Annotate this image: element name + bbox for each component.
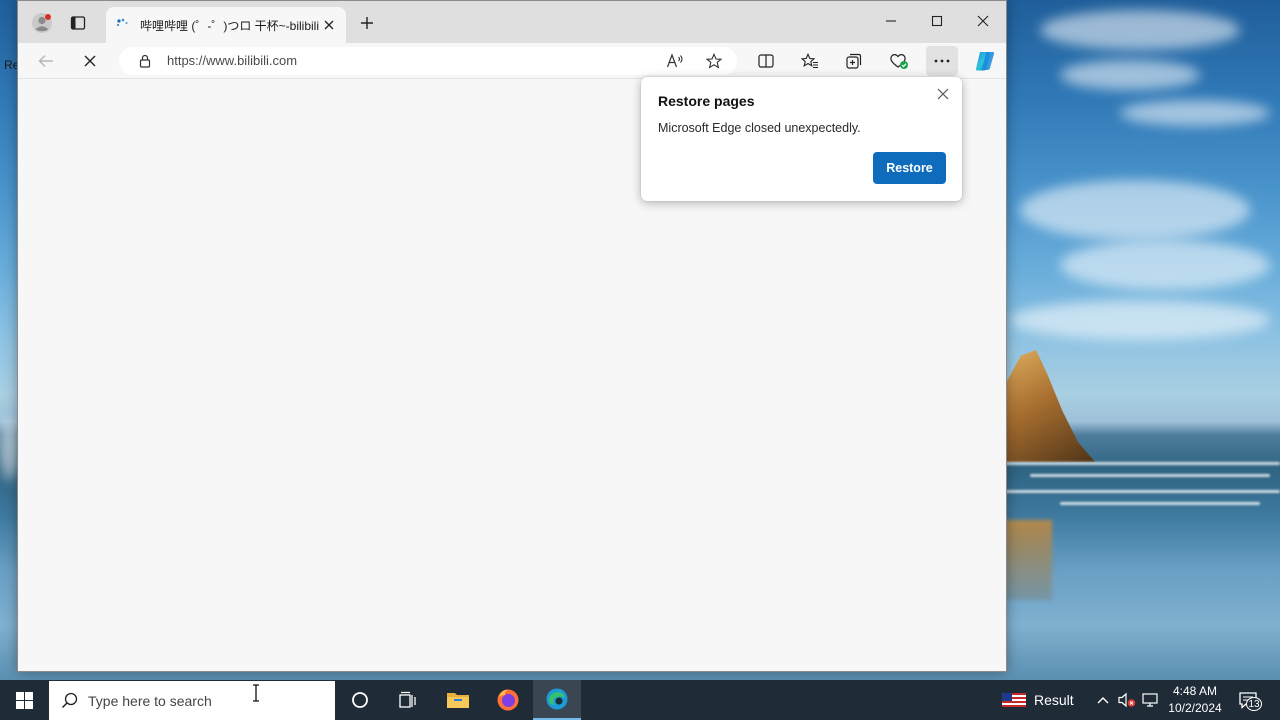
split-screen-icon xyxy=(758,54,774,68)
title-bar[interactable]: 哔哩哔哩 (゜-゜)つロ 干杯~-bilibili xyxy=(18,1,1006,43)
back-arrow-icon xyxy=(38,55,53,67)
read-aloud-button[interactable] xyxy=(662,50,688,72)
profile-icon xyxy=(32,13,52,33)
favorites-button[interactable] xyxy=(794,46,826,76)
close-window-button[interactable] xyxy=(960,5,1006,37)
weather-flag-icon xyxy=(1002,693,1026,707)
taskbar: Type here to search Result 4:48 AM 10/2/… xyxy=(0,680,1280,720)
network-button[interactable] xyxy=(1141,690,1161,710)
loading-spinner-icon xyxy=(116,18,128,27)
clock-date: 10/2/2024 xyxy=(1168,701,1222,715)
site-info-button[interactable] xyxy=(132,50,158,72)
popup-title: Restore pages xyxy=(658,93,755,109)
firefox-button[interactable] xyxy=(484,680,532,720)
stop-icon xyxy=(84,55,96,67)
restore-button[interactable]: Restore xyxy=(873,152,946,184)
tab-actions-button[interactable] xyxy=(62,8,94,38)
text-cursor-icon xyxy=(253,684,259,702)
more-menu-icon xyxy=(934,59,950,63)
favorite-star-icon xyxy=(706,53,722,69)
tab-title: 哔哩哔哩 (゜-゜)つロ 干杯~-bilibili xyxy=(140,18,320,33)
split-screen-button[interactable] xyxy=(750,46,782,76)
close-icon xyxy=(324,20,334,30)
firefox-icon xyxy=(497,689,519,711)
tab-bilibili[interactable]: 哔哩哔哩 (゜-゜)つロ 干杯~-bilibili xyxy=(106,7,346,43)
tab-actions-icon xyxy=(70,16,86,30)
start-button[interactable] xyxy=(0,680,48,720)
network-icon xyxy=(1142,693,1158,707)
task-view-icon xyxy=(399,691,416,708)
volume-button[interactable] xyxy=(1117,690,1137,710)
read-aloud-icon xyxy=(666,53,683,68)
rock-cliff xyxy=(1000,350,1095,462)
browser-essentials-icon xyxy=(890,54,908,69)
back-button[interactable] xyxy=(30,46,62,76)
cortana-button[interactable] xyxy=(336,680,384,720)
show-hidden-icons-button[interactable] xyxy=(1093,690,1113,710)
maximize-icon xyxy=(931,15,943,27)
maximize-button[interactable] xyxy=(914,5,960,37)
edge-taskbar-button[interactable] xyxy=(533,680,581,720)
close-icon xyxy=(937,88,949,100)
url-text: https://www.bilibili.com xyxy=(167,53,298,68)
close-icon xyxy=(977,15,989,27)
stop-loading-button[interactable] xyxy=(74,46,106,76)
copilot-icon xyxy=(975,52,995,71)
taskbar-search-box[interactable]: Type here to search xyxy=(49,681,335,720)
file-explorer-button[interactable] xyxy=(434,680,482,720)
minimize-button[interactable] xyxy=(868,5,914,37)
cortana-icon xyxy=(352,692,368,708)
add-favorite-button[interactable] xyxy=(701,50,727,72)
copilot-button[interactable] xyxy=(969,46,1001,76)
edge-icon xyxy=(546,688,568,710)
clock-time: 4:48 AM xyxy=(1172,684,1218,698)
task-view-button[interactable] xyxy=(384,680,432,720)
navigation-bar: https://www.bilibili.com xyxy=(18,43,1006,79)
collections-button[interactable] xyxy=(838,46,870,76)
search-icon xyxy=(61,692,78,709)
clock[interactable]: 4:48 AM 10/2/2024 xyxy=(1160,683,1230,717)
browser-essentials-button[interactable] xyxy=(883,46,915,76)
profile-button[interactable] xyxy=(26,8,58,38)
search-placeholder: Type here to search xyxy=(88,693,212,709)
collections-icon xyxy=(846,53,862,69)
notification-count-badge: 13 xyxy=(1246,697,1262,711)
lock-icon xyxy=(139,54,151,68)
volume-muted-icon xyxy=(1118,692,1136,708)
popup-message: Microsoft Edge closed unexpectedly. xyxy=(658,121,861,135)
tab-close-button[interactable] xyxy=(320,16,338,34)
new-tab-button[interactable] xyxy=(351,8,383,38)
chevron-up-icon xyxy=(1097,697,1109,704)
file-explorer-icon xyxy=(447,693,469,708)
minimize-icon xyxy=(886,20,896,22)
restore-pages-popup: Restore pages Microsoft Edge closed unex… xyxy=(641,77,962,201)
weather-result-label[interactable]: Result xyxy=(1034,692,1074,708)
popup-close-button[interactable] xyxy=(932,83,954,105)
windows-logo-icon xyxy=(15,691,33,709)
favorites-icon xyxy=(801,53,818,69)
address-bar[interactable]: https://www.bilibili.com xyxy=(119,47,737,75)
plus-icon xyxy=(361,17,373,29)
settings-and-more-button[interactable] xyxy=(926,46,958,76)
